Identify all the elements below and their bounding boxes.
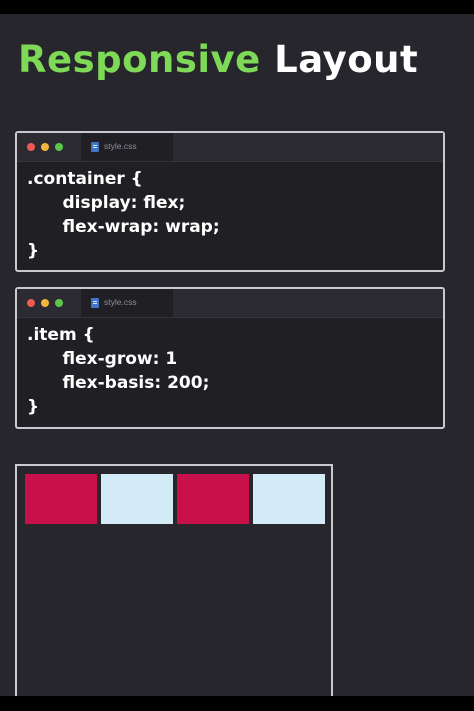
video-frame: Responsive Layout style.css .container {… — [0, 14, 474, 696]
flex-item — [101, 474, 173, 524]
css-file-icon — [91, 298, 99, 308]
file-tab-label: style.css — [104, 141, 137, 151]
editor-tabbar: style.css — [17, 133, 443, 162]
flex-item — [177, 474, 249, 524]
file-tab-label: style.css — [104, 297, 137, 307]
code-line: flex-basis: 200; — [27, 373, 210, 393]
code-editor-item: style.css .item { flex-grow: 1 flex-basi… — [15, 287, 445, 429]
code-line: .item { — [27, 325, 95, 345]
code-line: display: flex; — [27, 193, 186, 213]
code-block: .container { display: flex; flex-wrap: w… — [27, 167, 220, 263]
code-line: } — [27, 241, 40, 261]
flex-demo-container — [15, 464, 333, 696]
maximize-window-dot-icon[interactable] — [55, 143, 63, 151]
close-window-dot-icon[interactable] — [27, 143, 35, 151]
code-line: flex-grow: 1 — [27, 349, 178, 369]
close-window-dot-icon[interactable] — [27, 299, 35, 307]
code-editor-container: style.css .container { display: flex; fl… — [15, 131, 445, 272]
flex-item — [253, 474, 325, 524]
page-title: Responsive Layout — [18, 38, 418, 81]
code-line: } — [27, 397, 40, 417]
code-line: .container { — [27, 169, 143, 189]
minimize-window-dot-icon[interactable] — [41, 143, 49, 151]
editor-tabbar: style.css — [17, 289, 443, 318]
css-file-icon — [91, 142, 99, 152]
title-word-responsive: Responsive — [18, 38, 261, 81]
flex-item — [25, 474, 97, 524]
file-tab[interactable]: style.css — [81, 289, 173, 317]
code-block: .item { flex-grow: 1 flex-basis: 200;} — [27, 323, 209, 419]
maximize-window-dot-icon[interactable] — [55, 299, 63, 307]
minimize-window-dot-icon[interactable] — [41, 299, 49, 307]
title-word-layout: Layout — [274, 38, 419, 81]
file-tab[interactable]: style.css — [81, 133, 173, 161]
code-line: flex-wrap: wrap; — [27, 217, 220, 237]
